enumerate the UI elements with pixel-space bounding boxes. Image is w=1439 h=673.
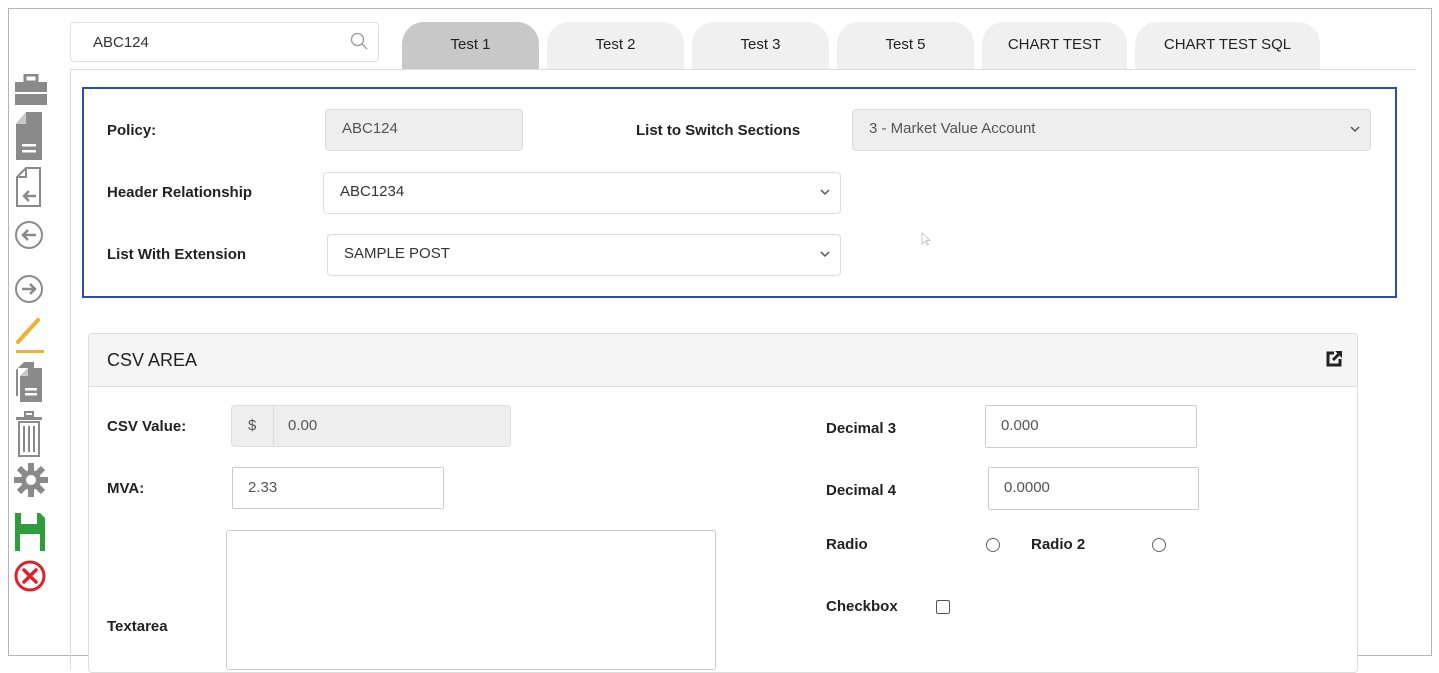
mva-label: MVA: [107,480,145,497]
arrow-right-icon[interactable] [14,274,44,304]
card-title: CSV AREA [107,350,198,370]
tab-label: Test 3 [740,36,781,53]
header-relationship-select[interactable]: ABC1234 [323,172,841,214]
document-icon[interactable] [14,110,44,162]
csv-value-label: CSV Value: [107,418,187,435]
header-relationship-value: ABC1234 [340,183,405,200]
currency-addon: $ [248,417,257,434]
briefcase-icon[interactable] [14,74,48,106]
switch-sections-value: 3 - Market Value Account [869,120,1036,137]
gear-icon[interactable] [14,462,48,498]
decimal3-input[interactable]: 0.000 [985,405,1197,448]
search-input-value: ABC124 [93,34,149,51]
decimal4-input[interactable]: 0.0000 [988,467,1199,510]
chevron-down-icon [1350,126,1360,133]
tab-label: Test 1 [450,36,491,53]
copy-icon[interactable] [14,360,44,404]
document-import-icon[interactable] [14,166,44,208]
tab-test-1[interactable]: Test 1 [402,22,539,70]
policy-field: ABC124 [325,109,523,151]
csv-value: 0.00 [288,417,318,434]
card-header: CSV AREA [89,334,1357,387]
mva-value: 2.33 [248,479,278,496]
tab-label: Test 5 [885,36,926,53]
textarea-label: Textarea [107,618,168,635]
tab-label: CHART TEST [1007,36,1102,53]
chevron-down-icon [820,251,830,258]
checkbox[interactable] [936,600,950,614]
save-icon[interactable] [14,512,46,552]
header-relationship-label: Header Relationship [107,184,253,201]
search-input[interactable]: ABC124 [70,22,379,62]
chevron-down-icon [820,189,830,196]
search-icon[interactable] [350,32,368,50]
tab-test-2[interactable]: Test 2 [547,22,684,70]
tab-label: Test 2 [595,36,636,53]
radio-button[interactable] [986,538,1000,552]
list-extension-value: SAMPLE POST [344,245,450,262]
tab-chart-test-sql[interactable]: CHART TEST SQL [1135,22,1320,70]
external-link-icon[interactable] [1325,350,1343,368]
list-extension-select[interactable]: SAMPLE POST [327,234,841,276]
csv-value-field: $ 0.00 [231,405,511,447]
pencil-icon[interactable] [14,316,46,356]
decimal4-label: Decimal 4 [826,482,897,499]
tab-test-5[interactable]: Test 5 [837,22,974,70]
mouse-cursor-icon [921,232,931,246]
policy-label: Policy: [107,122,157,139]
decimal3-label: Decimal 3 [826,420,897,437]
switch-sections-label: List to Switch Sections [636,122,801,139]
radio2-label: Radio 2 [1031,536,1086,553]
trash-icon[interactable] [14,410,44,458]
tab-test-3[interactable]: Test 3 [692,22,829,70]
policy-value: ABC124 [342,120,398,137]
decimal4-value: 0.0000 [1004,479,1050,496]
tab-chart-test[interactable]: CHART TEST [982,22,1127,70]
decimal3-value: 0.000 [1001,417,1039,434]
arrow-left-icon[interactable] [14,220,44,250]
tab-label: CHART TEST SQL [1163,36,1292,53]
radio2-button[interactable] [1152,538,1166,552]
textarea-input[interactable] [226,530,716,670]
mva-input[interactable]: 2.33 [232,467,444,509]
addon-divider [273,406,274,446]
checkbox-label: Checkbox [826,598,898,615]
close-icon[interactable] [14,560,46,592]
list-extension-label: List With Extension [107,246,247,263]
switch-sections-select[interactable]: 3 - Market Value Account [852,109,1371,151]
radio-label: Radio [826,536,868,553]
